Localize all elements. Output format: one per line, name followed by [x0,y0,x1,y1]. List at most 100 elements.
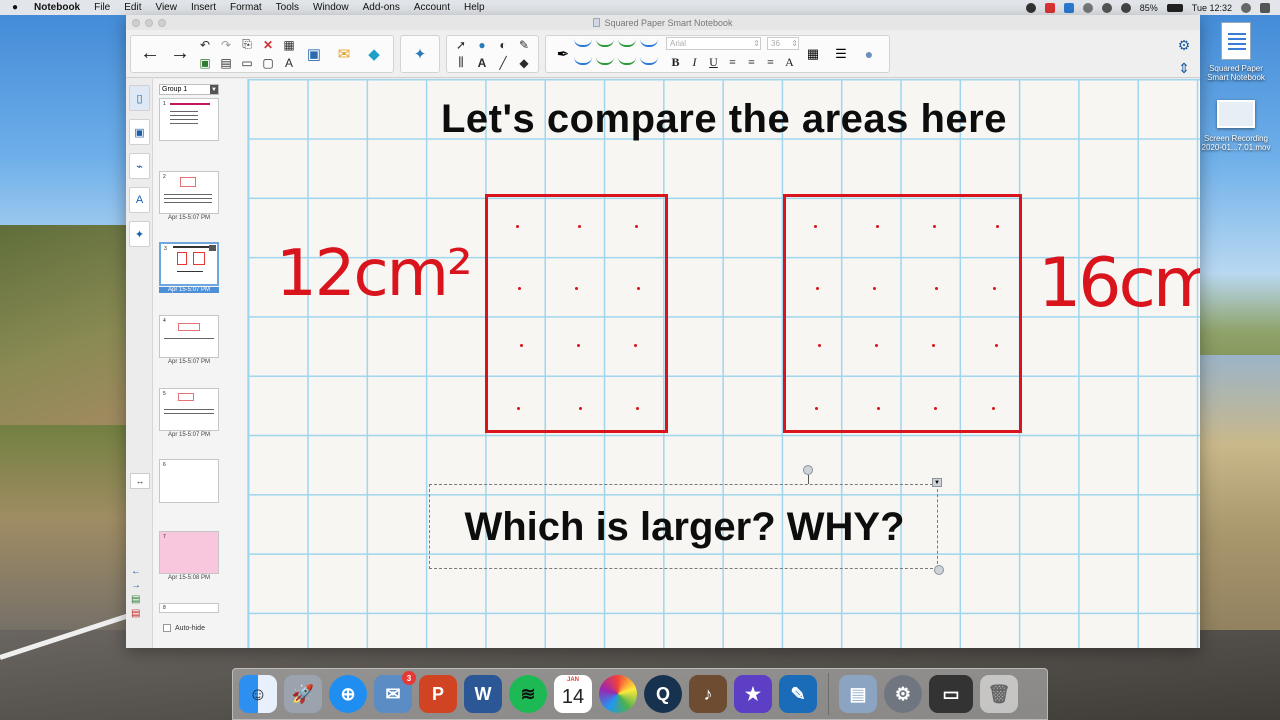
menu-view[interactable]: View [155,2,177,13]
text-insert-icon[interactable]: A [472,54,492,71]
align-center-icon[interactable]: ≡ [742,54,761,71]
finder-icon[interactable]: ☺ [239,675,277,713]
table-button[interactable]: ▦ [279,36,299,53]
safari-icon[interactable]: ⊕ [329,675,367,713]
launchpad-icon[interactable]: 🚀 [284,675,322,713]
tab-page-sorter[interactable]: ▯ [129,85,150,111]
next-page-button[interactable]: → [165,39,195,69]
underline-button[interactable]: U [704,54,723,71]
pen-style-blue-3[interactable] [574,55,592,65]
imovie-icon[interactable]: ★ [734,675,772,713]
gear-icon[interactable]: ⚙ [1178,37,1191,54]
response-icon[interactable]: ◆ [359,39,389,69]
powerpoint-icon[interactable]: P [419,675,457,713]
zoom-window-button[interactable] [158,19,166,27]
tab-properties[interactable]: A [129,187,150,213]
page-thumbnail-3[interactable]: 3 [159,242,219,286]
menu-window[interactable]: Window [313,2,349,13]
rectangle-left[interactable] [485,194,668,433]
move-right-icon[interactable]: → [131,579,141,593]
toolbar-position-icon[interactable]: ⇕ [1178,60,1190,77]
spotlight-icon[interactable] [1241,2,1251,13]
menu-app-name[interactable]: Notebook [34,2,80,13]
system-preferences-icon[interactable]: ⚙ [884,675,922,713]
menu-tools[interactable]: Tools [276,2,299,13]
screen-capture-button[interactable]: ▢ [258,54,278,71]
quicktime-icon[interactable]: Q [644,675,682,713]
page-thumbnail-6[interactable]: 6 [159,459,219,503]
spotify-icon[interactable]: ≋ [509,675,547,713]
resize-handle[interactable] [934,565,944,575]
pen-style-blue-4[interactable] [640,55,658,65]
document-camera-icon[interactable]: ▣ [299,39,329,69]
previous-page-button[interactable]: ← [135,39,165,69]
menu-file[interactable]: File [94,2,110,13]
question-textbox[interactable]: Which is larger? WHY? [429,484,938,569]
tab-gallery[interactable]: ▣ [129,119,150,145]
trash-icon[interactable]: 🗑 [980,675,1018,713]
line-tool-icon[interactable]: ╱ [493,54,513,71]
group-select[interactable]: Group 1 ▼ [159,84,219,95]
move-left-icon[interactable]: ← [131,565,141,579]
paste-button[interactable]: ⎘ [237,36,257,53]
wifi-icon[interactable] [1120,2,1131,13]
word-icon[interactable]: W [464,675,502,713]
page-thumbnail-4[interactable]: 4 [159,315,219,358]
eraser-tool-icon[interactable]: ◆ [514,54,534,71]
desktop-file-recording[interactable]: Screen Recording 2020-01...7.01.mov [1198,100,1274,152]
align-right-icon[interactable]: ≡ [761,54,780,71]
autohide-checkbox[interactable] [163,624,171,632]
handwritten-area-left[interactable]: 12cm² [276,237,473,311]
pen-style-green-3[interactable] [596,55,614,65]
smart-notebook-icon[interactable]: ✎ [779,675,817,713]
pen-style-blue-1[interactable] [574,37,592,47]
page-thumbnail-8[interactable]: 8 [159,603,219,613]
pen-style-green-4[interactable] [618,55,636,65]
text-style-icon[interactable]: A [780,54,799,71]
battery-icon[interactable] [1166,3,1183,12]
pen-style-green-2[interactable] [618,37,636,47]
time-machine-icon[interactable] [1082,2,1093,13]
collapse-sidebar-button[interactable]: ↔ [130,473,150,489]
line-style-icon[interactable]: ☰ [827,39,855,69]
bold-button[interactable]: B [666,54,685,71]
menu-format[interactable]: Format [230,2,262,13]
open-file-button[interactable]: ▣ [195,54,215,71]
menu-clock[interactable]: Tue 12:32 [1192,3,1232,13]
notification-center-icon[interactable] [1260,2,1270,13]
menu-help[interactable]: Help [464,2,485,13]
bluetooth-icon[interactable] [1101,2,1112,13]
close-window-button[interactable] [132,19,140,27]
save-button[interactable]: ▤ [216,54,236,71]
pen-style-green-1[interactable] [596,37,614,47]
magic-pen-icon[interactable]: ✎ [514,36,534,53]
undo-button[interactable]: ↶ [195,36,215,53]
properties-tool-icon[interactable]: ⫼ [451,54,471,71]
minimize-window-button[interactable] [145,19,153,27]
lesson-activity-icon[interactable]: ✉ [329,39,359,69]
menu-insert[interactable]: Insert [191,2,216,13]
tab-attachments[interactable]: ⌁ [129,153,150,179]
select-tool-icon[interactable]: ➚ [451,36,471,53]
font-size-select[interactable]: 36 ⇕ [767,36,799,50]
italic-button[interactable]: I [685,54,704,71]
calendar-icon[interactable]: JAN 14 [554,675,592,713]
delete-page-icon[interactable]: ▤ [131,607,141,621]
autohide-toggle[interactable]: Auto-hide [163,624,205,632]
battery-percent[interactable]: 85% [1140,3,1158,13]
desktop-file-notebook[interactable]: Squared Paper Smart Notebook [1198,22,1274,82]
screen-shade-button[interactable]: ▭ [237,54,257,71]
add-page-icon[interactable]: ▤ [131,593,141,607]
record-icon[interactable] [1025,2,1036,13]
font-family-select[interactable]: Arial ⇕ [666,36,761,50]
shapes-tool-icon[interactable]: ● [472,36,492,53]
page-thumbnail-1[interactable]: 1 [159,98,219,141]
photos-icon[interactable] [599,675,637,713]
smart-tools-icon[interactable] [1063,2,1074,13]
preview-icon[interactable]: ▤ [839,675,877,713]
app-status-icon[interactable] [1044,2,1055,13]
thumbnail-menu-icon[interactable] [209,245,216,251]
menu-edit[interactable]: Edit [124,2,141,13]
mail-icon[interactable]: ✉ 3 [374,671,416,713]
page-thumbnail-5[interactable]: 5 [159,388,219,431]
